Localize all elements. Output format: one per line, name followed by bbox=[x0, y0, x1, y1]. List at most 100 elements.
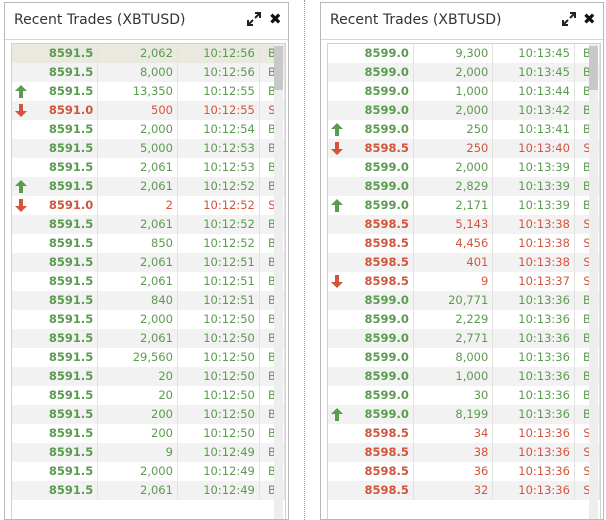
trade-size-value: 2,061 bbox=[140, 483, 173, 497]
trade-time: 10:12:50 bbox=[177, 405, 260, 424]
trade-price: 8591.5 bbox=[12, 139, 99, 158]
trade-price: 8598.5 bbox=[328, 234, 414, 253]
trade-time: 10:12:53 bbox=[177, 139, 260, 158]
trade-price-value: 8591.5 bbox=[48, 331, 94, 345]
scrollbar-thumb[interactable] bbox=[589, 46, 598, 90]
trade-size: 20,771 bbox=[413, 291, 494, 310]
trade-size: 2,829 bbox=[413, 177, 494, 196]
trade-row: 8591.5 20 10:12:50 B bbox=[12, 367, 285, 386]
trade-time-value: 10:13:38 bbox=[518, 255, 570, 269]
arrow-down-icon bbox=[330, 141, 344, 156]
expand-icon[interactable] bbox=[246, 11, 262, 27]
trade-size-value: 2,000 bbox=[455, 103, 489, 117]
trade-size: 32 bbox=[413, 481, 494, 500]
trade-price-value: 8591.5 bbox=[48, 122, 94, 136]
trade-row: 8599.0 1,000 10:13:44 B bbox=[328, 82, 600, 101]
trade-price-value: 8598.5 bbox=[364, 236, 409, 250]
trade-row: 8591.5 20 10:12:50 B bbox=[12, 386, 285, 405]
trade-size: 5,143 bbox=[413, 215, 494, 234]
trade-time: 10:12:50 bbox=[177, 329, 260, 348]
trade-price: 8598.5 bbox=[328, 272, 414, 291]
trade-row: 8599.0 2,771 10:13:36 B bbox=[328, 329, 600, 348]
trade-time-value: 10:13:36 bbox=[518, 407, 570, 421]
trade-row: 8598.5 9 10:13:37 S bbox=[328, 272, 600, 291]
trade-price-value: 8591.5 bbox=[48, 236, 94, 250]
trade-row: 8591.5 9 10:12:49 B bbox=[12, 443, 285, 462]
trade-price: 8599.0 bbox=[328, 120, 414, 139]
trade-size-value: 29,560 bbox=[132, 350, 173, 364]
trade-size: 2,061 bbox=[97, 253, 178, 272]
trade-row: 8598.5 32 10:13:36 S bbox=[328, 481, 600, 500]
trade-price: 8599.0 bbox=[328, 196, 414, 215]
trade-price-value: 8599.0 bbox=[364, 407, 409, 421]
arrow-up-icon bbox=[330, 407, 344, 422]
trade-row: 8591.5 840 10:12:51 B bbox=[12, 291, 285, 310]
trade-time-value: 10:12:49 bbox=[203, 464, 255, 478]
trade-size: 36 bbox=[413, 462, 494, 481]
trade-row: 8591.5 2,061 10:12:50 B bbox=[12, 329, 285, 348]
trade-size: 2,771 bbox=[413, 329, 494, 348]
trade-price-value: 8598.5 bbox=[364, 483, 409, 497]
trade-row: 8598.5 401 10:13:38 S bbox=[328, 253, 600, 272]
trade-price-value: 8599.0 bbox=[364, 103, 409, 117]
trade-price: 8591.5 bbox=[12, 310, 99, 329]
trade-time-value: 10:12:55 bbox=[203, 84, 255, 98]
trade-size: 2,061 bbox=[97, 158, 178, 177]
trade-time: 10:12:49 bbox=[177, 462, 260, 481]
trade-time-value: 10:12:49 bbox=[203, 483, 255, 497]
trade-time: 10:13:36 bbox=[492, 481, 575, 500]
arrow-up-icon bbox=[14, 84, 28, 99]
trade-size: 1,000 bbox=[413, 82, 494, 101]
trade-size: 8,199 bbox=[413, 405, 494, 424]
trade-time-value: 10:12:52 bbox=[203, 236, 255, 250]
trade-price-value: 8591.5 bbox=[48, 84, 94, 98]
trade-size: 840 bbox=[97, 291, 178, 310]
scrollbar[interactable] bbox=[274, 44, 283, 519]
trade-time: 10:13:36 bbox=[492, 348, 575, 367]
close-icon[interactable]: ✖ bbox=[269, 9, 282, 29]
trade-size-value: 9,300 bbox=[455, 46, 489, 60]
trade-row: 8599.0 2,171 10:13:39 B bbox=[328, 196, 600, 215]
scrollbar[interactable] bbox=[589, 44, 598, 519]
trade-time: 10:13:37 bbox=[492, 272, 575, 291]
trade-size: 2,062 bbox=[97, 44, 178, 63]
expand-icon[interactable] bbox=[561, 11, 577, 27]
close-icon[interactable]: ✖ bbox=[583, 9, 596, 29]
trade-row: 8599.0 2,000 10:13:39 B bbox=[328, 158, 600, 177]
trade-size-value: 5,000 bbox=[140, 141, 173, 155]
panel-title: Recent Trades (XBTUSD) bbox=[330, 12, 502, 28]
trade-price-value: 8591.5 bbox=[48, 274, 94, 288]
trade-row: 8591.5 2,061 10:12:53 B bbox=[12, 158, 285, 177]
trade-row: 8591.5 2,061 10:12:49 B bbox=[12, 481, 285, 500]
trade-price: 8591.5 bbox=[12, 272, 99, 291]
trade-size-value: 5,143 bbox=[455, 217, 489, 231]
trade-price: 8599.0 bbox=[328, 329, 414, 348]
trade-size: 250 bbox=[413, 120, 494, 139]
trade-time-value: 10:13:36 bbox=[518, 331, 570, 345]
trade-price: 8591.0 bbox=[12, 101, 99, 120]
trade-size-value: 250 bbox=[466, 141, 489, 155]
trade-row: 8591.5 2,061 10:12:51 B bbox=[12, 272, 285, 291]
trade-size: 5,000 bbox=[97, 139, 178, 158]
trade-time: 10:12:55 bbox=[177, 101, 260, 120]
trade-price-value: 8591.5 bbox=[48, 65, 94, 79]
trade-time-value: 10:12:50 bbox=[203, 426, 255, 440]
trade-size-value: 2,771 bbox=[455, 331, 489, 345]
trade-size-value: 38 bbox=[473, 445, 489, 459]
trade-time-value: 10:13:36 bbox=[518, 445, 570, 459]
trade-price: 8599.0 bbox=[328, 291, 414, 310]
trade-price: 8591.5 bbox=[12, 481, 99, 500]
trade-row: 8591.5 2,000 10:12:54 B bbox=[12, 120, 285, 139]
trade-price: 8591.5 bbox=[12, 177, 99, 196]
trade-size: 2,000 bbox=[97, 462, 178, 481]
trade-price: 8591.0 bbox=[12, 196, 99, 215]
scrollbar-thumb[interactable] bbox=[274, 46, 283, 90]
trade-price-value: 8591.5 bbox=[48, 255, 94, 269]
trade-time: 10:12:54 bbox=[177, 120, 260, 139]
trade-size-value: 8,000 bbox=[140, 65, 173, 79]
trade-size: 2,171 bbox=[413, 196, 494, 215]
trade-row: 8591.5 200 10:12:50 B bbox=[12, 405, 285, 424]
trade-price: 8591.5 bbox=[12, 462, 99, 481]
trade-price-value: 8591.5 bbox=[48, 46, 94, 60]
panel-header: Recent Trades (XBTUSD) ✖ bbox=[321, 3, 603, 40]
